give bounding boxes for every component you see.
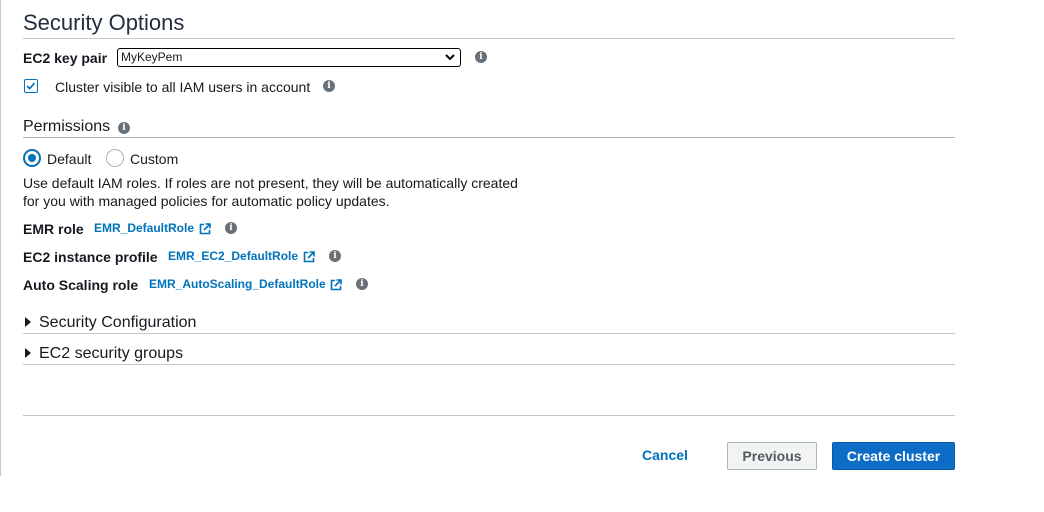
auto-scaling-role-link[interactable]: EMR_AutoScaling_DefaultRole [149, 277, 326, 291]
ec2-security-groups-label: EC2 security groups [39, 345, 184, 362]
wizard-panel: Security Options EC2 key pair MyKeyPem i… [0, 0, 1044, 476]
chevron-down-icon [445, 54, 455, 61]
key-pair-selected-value: MyKeyPem [121, 50, 183, 64]
divider [23, 364, 955, 365]
radio-custom[interactable] [106, 149, 124, 167]
ec2-instance-profile-info-icon[interactable]: i [329, 250, 341, 262]
caret-right-icon [25, 348, 31, 358]
key-pair-label: EC2 key pair [23, 50, 108, 66]
divider [23, 137, 955, 138]
emr-role-info-icon[interactable]: i [225, 222, 237, 234]
ec2-instance-profile-label: EC2 instance profile [23, 249, 158, 265]
external-link-icon[interactable] [199, 223, 211, 235]
checkmark-icon [26, 82, 36, 90]
cluster-visible-label: Cluster visible to all IAM users in acco… [55, 79, 311, 95]
section-title: Security Options [23, 10, 185, 35]
security-configuration-label: Security Configuration [39, 314, 197, 331]
radio-default-label: Default [47, 151, 92, 167]
cluster-visible-checkbox[interactable] [24, 79, 38, 93]
caret-right-icon [25, 317, 31, 327]
external-link-icon[interactable] [303, 251, 315, 263]
key-pair-info-icon[interactable]: i [475, 51, 487, 63]
ec2-instance-profile-link[interactable]: EMR_EC2_DefaultRole [168, 249, 298, 263]
permissions-description-line1: Use default IAM roles. If roles are not … [23, 175, 518, 191]
permissions-info-icon[interactable]: i [118, 122, 130, 134]
security-configuration-expander[interactable]: Security Configuration [23, 312, 423, 332]
auto-scaling-role-info-icon[interactable]: i [356, 278, 368, 290]
cluster-visible-info-icon[interactable]: i [323, 80, 335, 92]
create-cluster-button[interactable]: Create cluster [832, 442, 955, 470]
previous-button[interactable]: Previous [727, 442, 817, 470]
divider [23, 38, 955, 39]
external-link-icon[interactable] [330, 279, 342, 291]
key-pair-select[interactable]: MyKeyPem [117, 48, 461, 67]
emr-role-label: EMR role [23, 221, 84, 237]
cancel-button[interactable]: Cancel [633, 442, 697, 470]
footer-divider [23, 415, 955, 416]
auto-scaling-role-label: Auto Scaling role [23, 277, 139, 293]
ec2-security-groups-expander[interactable]: EC2 security groups [23, 343, 423, 363]
permissions-title: Permissions [23, 118, 111, 135]
emr-role-link[interactable]: EMR_DefaultRole [94, 221, 194, 235]
permissions-description-line2: for you with managed policies for automa… [23, 193, 390, 209]
radio-default[interactable] [23, 149, 41, 167]
radio-custom-label: Custom [130, 151, 179, 167]
divider [23, 333, 955, 334]
